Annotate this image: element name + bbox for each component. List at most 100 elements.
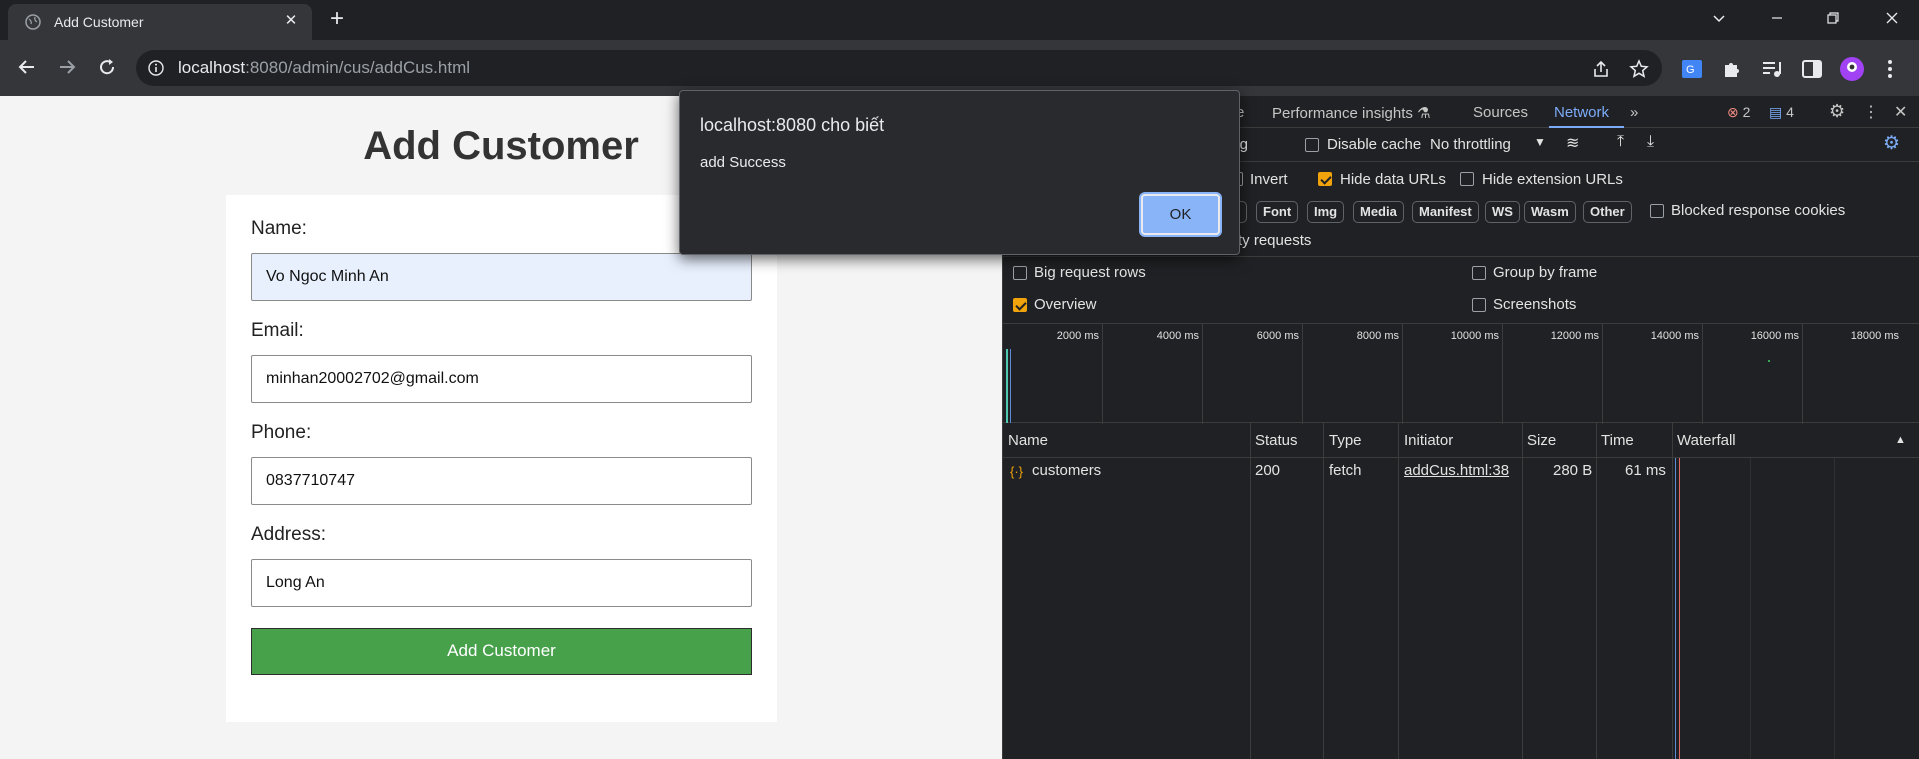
waterfall-gridline xyxy=(1750,458,1751,759)
column-divider xyxy=(1398,423,1399,759)
close-tab-icon[interactable]: ✕ xyxy=(282,12,300,30)
forward-icon[interactable] xyxy=(52,52,82,82)
url-text[interactable]: localhost:8080/admin/cus/addCus.html xyxy=(178,58,470,78)
filter-media-pill[interactable]: Media xyxy=(1353,201,1404,223)
browser-menu-icon[interactable] xyxy=(1878,57,1902,81)
email-field[interactable] xyxy=(251,355,752,403)
disable-cache-label[interactable]: Disable cache xyxy=(1327,136,1421,153)
ok-button[interactable]: OK xyxy=(1141,194,1220,235)
blocked-cookies-checkbox[interactable] xyxy=(1650,204,1664,218)
column-name[interactable]: Name xyxy=(1008,432,1048,449)
bookmark-star-icon[interactable] xyxy=(1628,58,1650,80)
chevron-down-icon[interactable]: ▼ xyxy=(1534,135,1546,149)
request-initiator-link[interactable]: addCus.html:38 xyxy=(1404,462,1509,479)
hide-extension-urls-checkbox[interactable] xyxy=(1460,172,1474,186)
address-bar[interactable]: localhost:8080/admin/cus/addCus.html xyxy=(136,50,1662,86)
column-status[interactable]: Status xyxy=(1255,432,1298,449)
hide-data-urls-checkbox[interactable] xyxy=(1318,172,1332,186)
close-window-icon[interactable] xyxy=(1877,6,1907,32)
column-initiator[interactable]: Initiator xyxy=(1404,432,1453,449)
request-type: fetch xyxy=(1329,462,1362,479)
restore-window-icon[interactable] xyxy=(1818,6,1848,32)
minimize-window-icon[interactable] xyxy=(1762,6,1792,32)
close-devtools-icon[interactable]: ✕ xyxy=(1894,102,1907,122)
sort-ascending-icon[interactable]: ▲ xyxy=(1895,434,1906,446)
overview-checkbox[interactable] xyxy=(1013,298,1027,312)
hide-extension-urls-label[interactable]: Hide extension URLs xyxy=(1482,171,1623,188)
address-label: Address: xyxy=(251,524,326,545)
screenshots-label[interactable]: Screenshots xyxy=(1493,296,1576,313)
waterfall-domcontent-line xyxy=(1675,458,1676,759)
download-icon[interactable]: ⤓ xyxy=(1647,133,1654,151)
filter-ws-pill[interactable]: WS xyxy=(1485,201,1520,223)
column-type[interactable]: Type xyxy=(1329,432,1362,449)
group-by-frame-checkbox[interactable] xyxy=(1472,266,1486,280)
tab-performance-insights[interactable]: Performance insights ⚗ xyxy=(1272,104,1431,122)
column-time[interactable]: Time xyxy=(1601,432,1634,449)
tab-sources[interactable]: Sources xyxy=(1473,104,1528,121)
error-count[interactable]: ⊗ 2 xyxy=(1727,104,1750,121)
extensions-puzzle-icon[interactable] xyxy=(1720,57,1744,81)
globe-icon xyxy=(25,14,41,30)
flask-icon: ⚗ xyxy=(1417,105,1431,122)
tab-network[interactable]: Network xyxy=(1554,104,1609,121)
side-panel-icon[interactable] xyxy=(1800,57,1824,81)
tick-label: 8000 ms xyxy=(1356,330,1399,342)
request-size: 280 B xyxy=(1553,462,1593,479)
address-field[interactable] xyxy=(251,559,752,607)
filter-manifest-pill[interactable]: Manifest xyxy=(1412,201,1479,223)
more-tabs-icon[interactable]: » xyxy=(1630,104,1638,121)
column-divider xyxy=(1672,423,1673,759)
network-settings-gear-icon[interactable]: ⚙ xyxy=(1883,132,1900,155)
request-name[interactable]: customers xyxy=(1032,462,1101,479)
screenshots-checkbox[interactable] xyxy=(1472,298,1486,312)
settings-gear-icon[interactable]: ⚙ xyxy=(1829,101,1845,122)
filter-img-pill[interactable]: Img xyxy=(1307,201,1345,223)
third-party-requests-label[interactable]: ty requests xyxy=(1238,232,1311,249)
filter-wasm-pill[interactable]: Wasm xyxy=(1524,201,1576,223)
timeline-dot xyxy=(1768,360,1770,362)
reload-icon[interactable] xyxy=(92,52,122,82)
devtools-menu-icon[interactable]: ⋮ xyxy=(1863,102,1879,122)
throttling-select[interactable]: No throttling xyxy=(1430,136,1511,153)
site-info-icon[interactable] xyxy=(148,60,164,76)
column-divider xyxy=(1250,423,1251,759)
new-tab-button[interactable]: + xyxy=(324,7,350,32)
media-queue-icon[interactable] xyxy=(1760,57,1784,81)
tick-label: 14000 ms xyxy=(1650,330,1699,342)
filter-font-pill[interactable]: Font xyxy=(1256,201,1299,223)
upload-icon[interactable]: ⤒ xyxy=(1617,133,1624,151)
back-icon[interactable] xyxy=(12,52,42,82)
column-size[interactable]: Size xyxy=(1527,432,1556,449)
message-icon: ▤ xyxy=(1769,104,1783,120)
name-field[interactable] xyxy=(251,253,752,301)
phone-field[interactable] xyxy=(251,457,752,505)
phone-label: Phone: xyxy=(251,422,312,443)
requests-table-header: Name Status Type Initiator Size Time Wat… xyxy=(1003,423,1919,458)
add-customer-button[interactable]: Add Customer xyxy=(251,628,752,675)
browser-toolbar: localhost:8080/admin/cus/addCus.html G xyxy=(0,40,1919,96)
translate-extension-icon[interactable]: G xyxy=(1680,57,1704,81)
tick-label: 10000 ms xyxy=(1450,330,1499,342)
blocked-cookies-label[interactable]: Blocked response cookies xyxy=(1671,202,1845,219)
filter-other-pill[interactable]: Other xyxy=(1583,201,1632,223)
group-by-frame-label[interactable]: Group by frame xyxy=(1493,264,1597,281)
tick-line xyxy=(1602,324,1603,424)
alert-title: localhost:8080 cho biết xyxy=(700,115,885,135)
tab-search-chevron-icon[interactable] xyxy=(1704,6,1734,32)
message-count[interactable]: ▤ 4 xyxy=(1769,104,1794,121)
big-request-rows-checkbox[interactable] xyxy=(1013,266,1027,280)
hide-data-urls-label[interactable]: Hide data URLs xyxy=(1340,171,1446,188)
column-waterfall[interactable]: Waterfall xyxy=(1677,432,1736,449)
network-conditions-icon[interactable]: ≋ xyxy=(1566,133,1579,153)
big-request-rows-label[interactable]: Big request rows xyxy=(1034,264,1146,281)
invert-label[interactable]: Invert xyxy=(1250,171,1288,188)
overview-label[interactable]: Overview xyxy=(1034,296,1097,313)
disable-cache-checkbox[interactable] xyxy=(1305,138,1319,152)
profile-avatar[interactable] xyxy=(1840,57,1864,81)
share-icon[interactable] xyxy=(1590,58,1612,80)
column-divider xyxy=(1596,423,1597,759)
error-icon: ⊗ xyxy=(1727,104,1739,120)
network-overview-timeline[interactable]: 2000 ms 4000 ms 6000 ms 8000 ms 10000 ms… xyxy=(1003,323,1919,424)
browser-tab[interactable]: Add Customer ✕ xyxy=(8,4,312,40)
